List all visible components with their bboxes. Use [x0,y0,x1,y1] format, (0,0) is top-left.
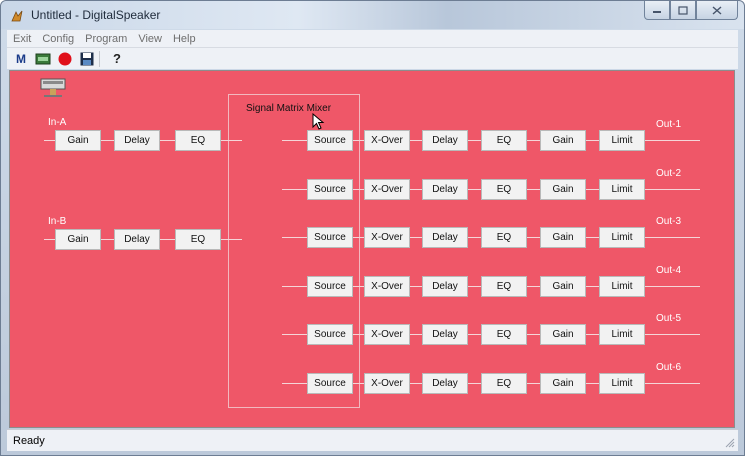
output-label: Out-1 [656,119,682,130]
menu-program[interactable]: Program [85,33,127,45]
output-label: Out-3 [656,216,682,228]
output-block-eq[interactable]: EQ [481,275,527,297]
device-icon [35,53,51,64]
output-block-delay[interactable]: Delay [422,178,468,200]
output-label: Out-4 [656,264,682,276]
output-block-gain[interactable]: Gain [540,373,586,394]
close-button[interactable] [696,1,738,20]
maximize-icon [678,5,688,15]
window-title: Untitled - DigitalSpeaker [31,8,161,22]
output-block-gain[interactable]: Gain [540,178,586,200]
status-text: Ready [13,435,45,447]
input-block-eq[interactable]: EQ [175,229,221,250]
output-block-x-over[interactable]: X-Over [364,324,410,346]
output-block-limit[interactable]: Limit [599,275,645,297]
input-block-delay[interactable]: Delay [114,229,160,250]
toolbar-separator [99,50,105,67]
minimize-icon [653,11,661,13]
mouse-cursor-icon [312,113,325,130]
record-icon [58,52,72,65]
output-block-source[interactable]: Source [307,324,353,346]
output-block-eq[interactable]: EQ [481,178,527,200]
mode-m-button[interactable]: M [11,50,31,68]
input-block-delay[interactable]: Delay [114,130,160,151]
signal-canvas: Signal Matrix Mixer In-A Gain Delay EQ In-B G… [9,70,735,428]
output-block-x-over[interactable]: X-Over [364,130,410,151]
output-block-delay[interactable]: Delay [422,275,468,297]
input-label: In-A [48,117,67,128]
output-label: Out-6 [656,362,682,373]
save-button[interactable] [77,50,97,68]
output-block-x-over[interactable]: X-Over [364,373,410,394]
resize-grip-icon[interactable] [725,438,735,448]
output-label: Out-5 [656,313,682,325]
output-block-limit[interactable]: Limit [599,324,645,346]
output-block-source[interactable]: Source [307,373,353,394]
toolbar: M ? [7,47,738,69]
output-block-limit[interactable]: Limit [599,227,645,249]
input-label: In-B [48,216,67,227]
output-block-limit[interactable]: Limit [599,130,645,151]
menu-config[interactable]: Config [42,33,74,45]
output-block-delay[interactable]: Delay [422,130,468,151]
minimize-button[interactable] [644,1,670,20]
help-label: ? [113,51,121,66]
output-block-limit[interactable]: Limit [599,178,645,200]
output-block-eq[interactable]: EQ [481,130,527,151]
output-block-limit[interactable]: Limit [599,373,645,394]
input-block-gain[interactable]: Gain [55,130,101,151]
output-block-eq[interactable]: EQ [481,373,527,394]
app-icon [11,10,23,22]
app-window: Untitled - DigitalSpeaker Exit Config Pr… [0,0,745,456]
menu-bar: Exit Config Program View Help [7,30,738,47]
speaker-device-icon[interactable] [40,77,66,99]
mode-m-label: M [16,51,26,66]
output-block-eq[interactable]: EQ [481,324,527,346]
input-block-gain[interactable]: Gain [55,229,101,250]
record-button[interactable] [55,50,75,68]
output-block-source[interactable]: Source [307,227,353,249]
output-label: Out-2 [656,167,682,179]
device-button[interactable] [33,50,53,68]
output-block-delay[interactable]: Delay [422,227,468,249]
title-bar[interactable]: Untitled - DigitalSpeaker [1,1,744,29]
output-block-gain[interactable]: Gain [540,227,586,249]
output-block-gain[interactable]: Gain [540,324,586,346]
close-icon [712,5,722,15]
input-block-eq[interactable]: EQ [175,130,221,151]
menu-exit[interactable]: Exit [13,33,31,45]
maximize-button[interactable] [670,1,696,20]
output-block-source[interactable]: Source [307,275,353,297]
output-block-x-over[interactable]: X-Over [364,227,410,249]
menu-view[interactable]: View [138,33,162,45]
save-icon [80,52,94,65]
output-block-gain[interactable]: Gain [540,130,586,151]
output-block-source[interactable]: Source [307,178,353,200]
output-block-x-over[interactable]: X-Over [364,178,410,200]
output-block-delay[interactable]: Delay [422,324,468,346]
menu-help[interactable]: Help [173,33,196,45]
output-block-source[interactable]: Source [307,130,353,151]
output-block-x-over[interactable]: X-Over [364,275,410,297]
output-block-eq[interactable]: EQ [481,227,527,249]
output-block-delay[interactable]: Delay [422,373,468,394]
output-block-gain[interactable]: Gain [540,275,586,297]
status-bar: Ready [7,429,738,451]
help-button[interactable]: ? [107,50,127,68]
